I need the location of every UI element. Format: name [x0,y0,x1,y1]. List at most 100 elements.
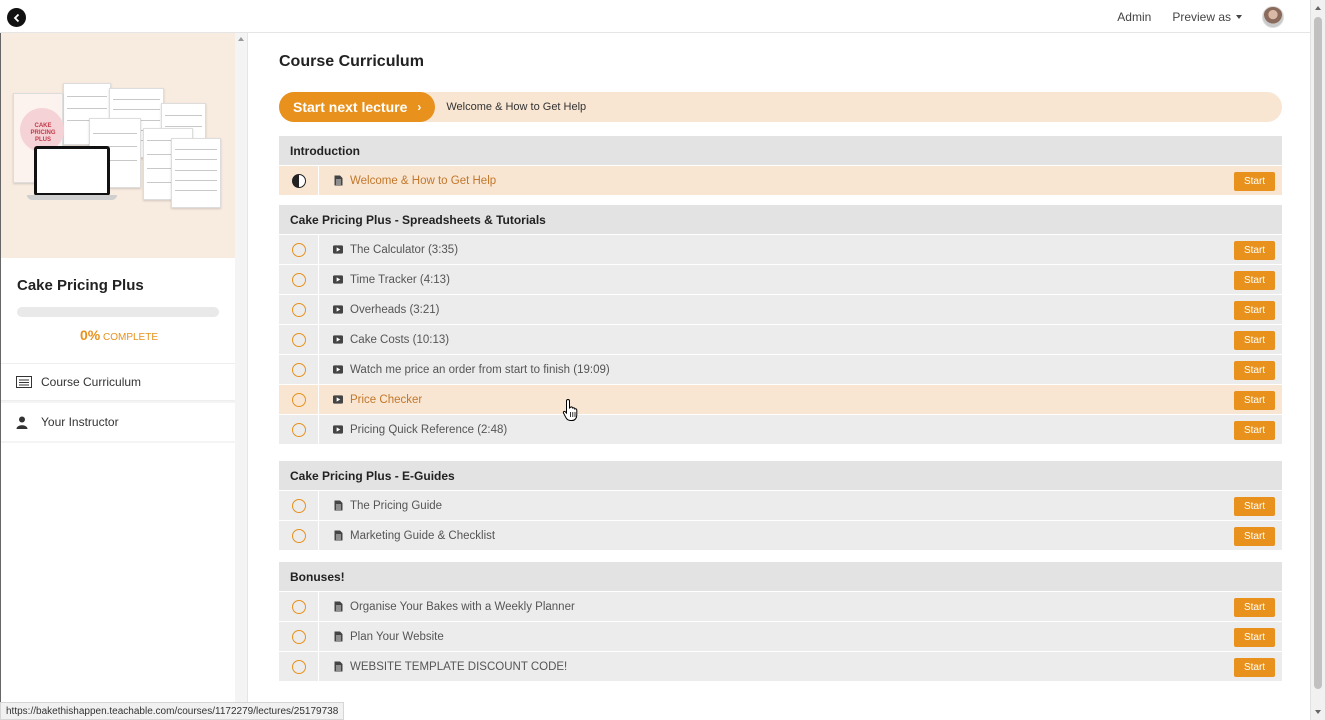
lecture-title: Marketing Guide & Checklist [350,529,496,542]
main-content: Course Curriculum Start next lecture › W… [249,33,1310,720]
start-button[interactable]: Start [1234,331,1275,350]
progress-bar [17,307,219,317]
chevron-right-icon: › [417,100,422,114]
circle-icon [291,599,306,614]
start-button[interactable]: Start [1234,497,1275,516]
lecture-title: Organise Your Bakes with a Weekly Planne… [350,600,575,613]
start-next-lecture-button[interactable]: Start next lecture › [279,92,436,122]
sidebar-item-label: Course Curriculum [41,375,142,389]
start-button[interactable]: Start [1234,421,1275,440]
lecture-status [279,521,319,550]
circle-icon [291,659,306,674]
lecture-row[interactable]: The Pricing Guide Start [279,490,1282,520]
half-circle-icon [291,173,306,188]
page-scrollbar[interactable] [1310,0,1325,720]
lecture-row[interactable]: Pricing Quick Reference (2:48) Start [279,414,1282,444]
avatar[interactable] [1262,5,1284,28]
document-icon [333,601,343,612]
video-icon [333,245,343,255]
lecture-title: The Calculator (3:35) [350,243,459,256]
lecture-title: Cake Costs (10:13) [350,333,450,346]
top-right-menu: Admin Preview as [1117,0,1284,33]
scroll-thumb[interactable] [1314,17,1322,689]
start-button[interactable]: Start [1234,658,1275,677]
lecture-status [279,415,319,444]
video-icon [333,305,343,315]
progress-text: 0% COMPLETE [1,327,237,343]
lecture-status [279,385,319,414]
circle-icon [291,242,306,257]
document-icon [333,175,343,186]
lecture-row[interactable]: Watch me price an order from start to fi… [279,354,1282,384]
sidebar-scrollbar[interactable] [235,33,247,720]
section-title: Cake Pricing Plus - Spreadsheets & Tutor… [279,205,1282,234]
progress-label: COMPLETE [103,332,159,343]
lecture-row[interactable]: The Calculator (3:35) Start [279,234,1282,264]
sidebar-item-your-instructor[interactable]: Your Instructor [1,403,237,441]
circle-icon [291,362,306,377]
document-icon [333,530,343,541]
lecture-title: Overheads (3:21) [350,303,440,316]
lecture-title: Plan Your Website [350,630,444,643]
lecture-title: WEBSITE TEMPLATE DISCOUNT CODE! [350,660,568,673]
progress-percent: 0% [79,327,101,343]
sidebar-nav: Course Curriculum Your Instructor [1,363,237,443]
start-next-lecture-label: Start next lecture [293,99,408,115]
lecture-title: Watch me price an order from start to fi… [350,363,610,376]
circle-icon [291,498,306,513]
back-button[interactable] [7,8,26,27]
lecture-row[interactable]: Marketing Guide & Checklist Start [279,520,1282,550]
start-button[interactable]: Start [1234,361,1275,380]
next-lecture-bar: Start next lecture › Welcome & How to Ge… [279,92,1282,122]
curriculum-section: Cake Pricing Plus - E-Guides The Pricing … [279,461,1282,550]
circle-icon [291,528,306,543]
lecture-status [279,166,319,195]
lecture-status [279,592,319,621]
video-icon [333,335,343,345]
lecture-status [279,325,319,354]
hand-cursor-icon [562,398,578,421]
start-button[interactable]: Start [1234,301,1275,320]
sidebar-item-course-curriculum[interactable]: Course Curriculum [1,363,237,401]
start-button[interactable]: Start [1234,628,1275,647]
document-icon [333,631,343,642]
page-title: Course Curriculum [279,53,424,70]
document-icon [333,661,343,672]
preview-as-label: Preview as [1172,9,1231,24]
section-title: Cake Pricing Plus - E-Guides [279,461,1282,490]
start-button[interactable]: Start [1234,271,1275,290]
circle-icon [291,392,306,407]
preview-as-dropdown[interactable]: Preview as [1172,10,1242,24]
course-image: CAKE PRICING PLUS [1,33,237,258]
hero-text: CAKE PRICING PLUS [30,123,56,143]
sidebar-item-label: Your Instructor [41,415,119,429]
start-button[interactable]: Start [1234,598,1275,617]
lecture-row[interactable]: Price Checker Start [279,384,1282,414]
lecture-title: Pricing Quick Reference (2:48) [350,423,508,436]
lecture-row[interactable]: Cake Costs (10:13) Start [279,324,1282,354]
lecture-row[interactable]: WEBSITE TEMPLATE DISCOUNT CODE! Start [279,651,1282,681]
circle-icon [291,272,306,287]
video-icon [333,275,343,285]
lecture-row[interactable]: Plan Your Website Start [279,621,1282,651]
lecture-status [279,265,319,294]
curriculum-icon [16,376,34,388]
start-button[interactable]: Start [1234,241,1275,260]
lecture-status [279,355,319,384]
chevron-left-icon [13,13,19,22]
lecture-row[interactable]: Welcome & How to Get Help Start [279,165,1282,195]
start-button[interactable]: Start [1234,172,1275,191]
lecture-status [279,652,319,681]
lecture-row[interactable]: Organise Your Bakes with a Weekly Planne… [279,591,1282,621]
document-icon [333,500,343,511]
start-button[interactable]: Start [1234,391,1275,410]
course-title: Cake Pricing Plus [17,277,144,294]
curriculum-section: Bonuses! Organise Your Bakes with a Weekl… [279,562,1282,681]
lecture-status [279,295,319,324]
lecture-row[interactable]: Time Tracker (4:13) Start [279,264,1282,294]
admin-link[interactable]: Admin [1117,10,1151,24]
lecture-row[interactable]: Overheads (3:21) Start [279,294,1282,324]
section-title: Introduction [279,136,1282,165]
start-button[interactable]: Start [1234,527,1275,546]
lecture-title: Price Checker [350,393,423,406]
